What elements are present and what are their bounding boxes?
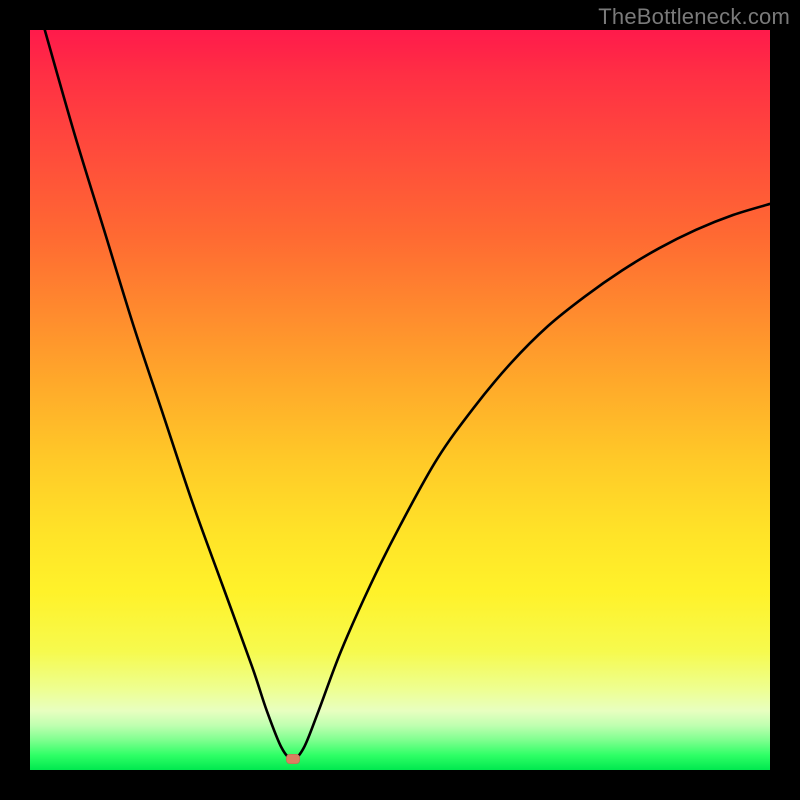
- plot-area: [30, 30, 770, 770]
- watermark-text: TheBottleneck.com: [598, 4, 790, 30]
- bottleneck-curve: [45, 30, 770, 759]
- optimal-point-marker: [286, 754, 300, 764]
- curve-svg: [30, 30, 770, 770]
- chart-frame: TheBottleneck.com: [0, 0, 800, 800]
